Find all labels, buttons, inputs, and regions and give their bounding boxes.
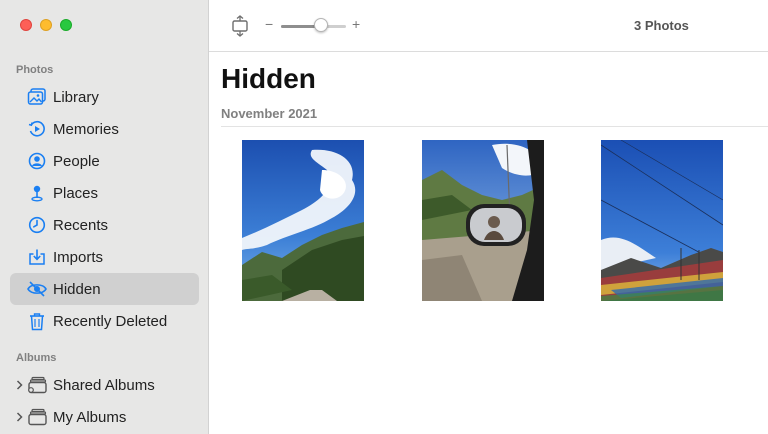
zoom-slider-thumb[interactable] — [314, 18, 329, 32]
sidebar-item-people[interactable]: People — [10, 145, 199, 177]
close-button[interactable] — [20, 19, 32, 31]
library-icon — [27, 87, 47, 107]
sidebar-item-label: Imports — [53, 248, 104, 266]
hidden-icon — [27, 279, 47, 299]
shared-albums-icon — [27, 375, 47, 395]
photo-thumbnail-3[interactable] — [601, 140, 723, 301]
sidebar-item-label: Shared Albums — [53, 376, 155, 394]
sidebar-item-shared-albums[interactable]: Shared Albums — [10, 369, 199, 401]
photo-count: 3 Photos — [634, 18, 689, 33]
sidebar-item-memories[interactable]: Memories — [10, 113, 199, 145]
sidebar-item-recently-deleted[interactable]: Recently Deleted — [10, 305, 199, 337]
date-section-heading: November 2021 — [221, 106, 318, 121]
sidebar-item-label: Recently Deleted — [53, 312, 168, 330]
places-icon — [27, 183, 47, 203]
section-heading-albums: Albums — [16, 352, 57, 364]
sidebar-item-label: Hidden — [53, 280, 101, 298]
people-icon — [27, 151, 47, 171]
sidebar-item-library[interactable]: Library — [10, 81, 199, 113]
toolbar: − + 3 Photos — [209, 0, 768, 52]
section-heading-photos: Photos — [16, 64, 54, 76]
imports-icon — [27, 247, 47, 267]
divider — [221, 126, 768, 127]
sidebar-item-imports[interactable]: Imports — [10, 241, 199, 273]
sidebar-item-hidden[interactable]: Hidden — [10, 273, 199, 305]
sidebar-item-label: Memories — [53, 120, 119, 138]
sidebar-item-label: People — [53, 152, 100, 170]
sidebar-item-label: My Albums — [53, 408, 127, 426]
recents-icon — [27, 215, 47, 235]
sidebar-item-label: Places — [53, 184, 99, 202]
zoom-in-button[interactable]: + — [352, 16, 360, 32]
sidebar-item-label: Recents — [53, 216, 109, 234]
zoom-window-button[interactable] — [60, 19, 72, 31]
aspect-ratio-toggle-icon[interactable] — [230, 15, 250, 37]
sidebar-item-label: Library — [53, 88, 99, 106]
page-title: Hidden — [221, 63, 316, 94]
minimize-button[interactable] — [40, 19, 52, 31]
zoom-out-button[interactable]: − — [265, 16, 273, 32]
memories-icon — [27, 119, 47, 139]
sidebar-item-my-albums[interactable]: My Albums — [10, 401, 199, 433]
photo-thumbnail-2[interactable] — [422, 140, 544, 301]
sidebar-item-recents[interactable]: Recents — [10, 209, 199, 241]
sidebar: Photos Library Memories People Places Re… — [0, 0, 209, 434]
photo-thumbnail-1[interactable] — [242, 140, 364, 301]
trash-icon — [27, 311, 47, 331]
my-albums-icon — [27, 407, 47, 427]
sidebar-item-places[interactable]: Places — [10, 177, 199, 209]
window-controls — [20, 19, 72, 31]
